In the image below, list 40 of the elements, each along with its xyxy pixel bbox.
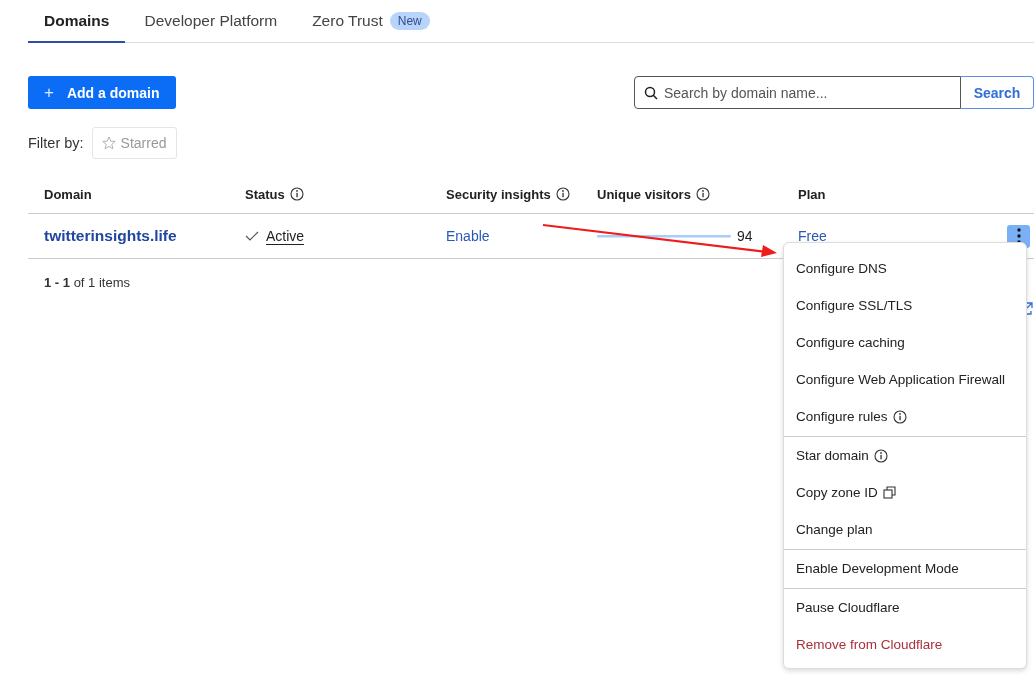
menu-item[interactable]: Change plan [784,511,1026,548]
menu-item[interactable]: Star domain [784,437,1026,474]
menu-item[interactable]: Configure DNS [784,250,1026,287]
menu-item[interactable]: Configure caching [784,324,1026,361]
info-icon [555,187,570,201]
menu-item[interactable]: Configure SSL/TLS [784,287,1026,324]
info-icon [289,187,304,201]
menu-item[interactable]: Copy zone ID [784,474,1026,511]
check-icon [245,230,259,242]
add-domain-button[interactable]: + Add a domain [28,76,176,109]
column-header: Plan [798,186,826,202]
external-link-icon [1026,302,1033,315]
enable-link[interactable]: Enable [446,228,490,244]
search-field[interactable]: Search by domain name... [634,76,961,109]
plan-link[interactable]: Free [798,228,827,244]
search-button[interactable]: Search [961,76,1034,109]
menu-item[interactable]: Configure Web Application Firewall [784,361,1026,398]
copy-icon [882,485,897,500]
info-icon [873,448,888,463]
filter-label: Filter by: [28,135,84,151]
menu-item[interactable]: Pause Cloudflare [784,589,1026,626]
status-text[interactable]: Active [266,227,305,245]
column-header: Security insights [446,186,551,202]
tab[interactable]: Domains [28,0,126,43]
column-header: Domain [44,186,92,202]
menu-item[interactable]: Remove from Cloudflare [784,626,1026,663]
column-header: Status [245,186,285,202]
menu-item[interactable]: Enable Development Mode [784,550,1026,587]
tab[interactable]: Developer Platform [128,0,294,43]
info-icon [892,409,907,424]
menu-item[interactable]: Configure rules [784,398,1026,435]
info-icon [695,187,710,201]
tab[interactable]: Zero Trust New [296,0,446,43]
domain-link[interactable]: twitterinsights.life [44,227,177,245]
visitors-count: 94 [737,228,753,244]
new-badge: New [389,11,430,30]
star-icon [101,136,116,150]
column-header: Unique visitors [597,186,691,202]
more-icon [1016,228,1021,244]
pagination-text: 1 - 1 of 1 items [43,275,131,290]
